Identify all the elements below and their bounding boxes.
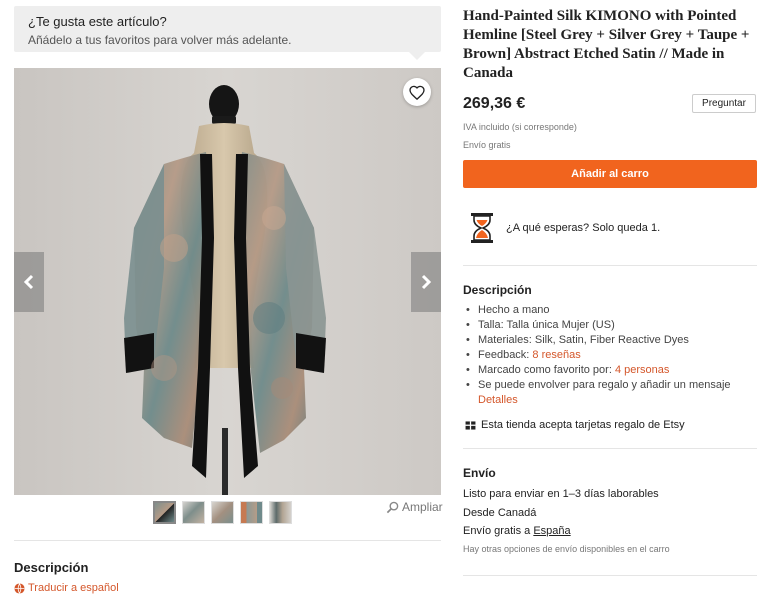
- chevron-right-icon: [421, 274, 432, 290]
- product-price: 269,36 €: [463, 95, 526, 112]
- description-title: Descripción: [463, 283, 532, 297]
- thumbnail-2[interactable]: [182, 501, 205, 524]
- free-shipping-to: Envío gratis a España: [463, 525, 571, 537]
- ready-to-ship: Listo para enviar en 1–3 días laborables: [463, 488, 659, 500]
- divider-1: [463, 265, 757, 266]
- favorite-heart-button[interactable]: [403, 78, 431, 106]
- reviews-link[interactable]: 8 reseñas: [532, 349, 580, 361]
- ships-from: Desde Canadá: [463, 507, 537, 519]
- favorite-prompt-title: ¿Te gusta este artículo?: [28, 14, 167, 29]
- destination-country-link[interactable]: España: [533, 525, 570, 537]
- globe-icon: [14, 582, 25, 594]
- zoom-label: Ampliar: [402, 500, 443, 514]
- favorited-label: Marcado como favorito por:: [478, 364, 615, 376]
- zoom-button[interactable]: Ampliar: [386, 500, 443, 514]
- other-shipping-options: Hay otras opciones de envío disponibles …: [463, 544, 670, 554]
- heart-icon: [409, 85, 425, 100]
- ask-question-button[interactable]: Preguntar: [692, 94, 756, 113]
- add-to-cart-button[interactable]: Añadir al carro: [463, 160, 757, 188]
- list-item-materials: Materiales: Silk, Satin, Fiber Reactive …: [466, 333, 758, 348]
- kimono-photo: [124, 85, 326, 495]
- translate-label: Traducir a español: [28, 582, 119, 594]
- left-description-title: Descripción: [14, 560, 89, 575]
- list-item-gift-wrap: Se puede envolver para regalo y añadir u…: [466, 378, 758, 408]
- free-shipping-to-label: Envío gratis a: [463, 525, 534, 537]
- details-link[interactable]: Detalles: [478, 394, 518, 406]
- thumbnail-strip: [153, 501, 292, 524]
- feedback-label: Feedback:: [478, 349, 533, 361]
- list-item-feedback: Feedback: 8 reseñas: [466, 348, 758, 363]
- urgency-notice: ¿A qué esperas? Solo queda 1.: [470, 212, 660, 244]
- favorited-link[interactable]: 4 personas: [615, 364, 669, 376]
- magnifier-icon: [386, 501, 399, 513]
- previous-image-button[interactable]: [14, 252, 44, 312]
- divider-3: [463, 575, 757, 576]
- thumbnail-1[interactable]: [153, 501, 176, 524]
- free-shipping-note: Envío gratis: [463, 140, 511, 150]
- chevron-left-icon: [23, 274, 34, 290]
- gift-wrap-text: Se puede envolver para regalo y añadir u…: [478, 379, 731, 391]
- thumbnail-5[interactable]: [269, 501, 292, 524]
- favorite-prompt-pointer: [409, 52, 425, 60]
- description-list: Hecho a mano Talla: Talla única Mujer (U…: [466, 303, 758, 408]
- thumbnail-3[interactable]: [211, 501, 234, 524]
- translate-link[interactable]: Traducir a español: [14, 582, 119, 594]
- list-item-handmade: Hecho a mano: [466, 303, 758, 318]
- gift-card-text: Esta tienda acepta tarjetas regalo de Et…: [481, 419, 685, 431]
- urgency-text: Solo queda 1.: [589, 222, 661, 234]
- next-image-button[interactable]: [411, 252, 441, 312]
- favorite-prompt: ¿Te gusta este artículo? Añádelo a tus f…: [14, 6, 441, 60]
- list-item-favorited: Marcado como favorito por: 4 personas: [466, 363, 758, 378]
- shipping-title: Envío: [463, 466, 496, 480]
- vat-note: IVA incluido (si corresponde): [463, 122, 577, 132]
- list-item-size: Talla: Talla única Mujer (US): [466, 318, 758, 333]
- hourglass-icon: [471, 213, 493, 243]
- divider-2: [463, 448, 757, 449]
- gift-card-notice: Esta tienda acepta tarjetas regalo de Et…: [465, 419, 685, 431]
- thumbnail-4[interactable]: [240, 501, 263, 524]
- product-main-image[interactable]: [14, 68, 441, 495]
- gift-card-icon: [465, 420, 476, 430]
- favorite-prompt-subtitle: Añádelo a tus favoritos para volver más …: [28, 33, 292, 47]
- left-divider: [14, 540, 441, 541]
- urgency-lead: ¿A qué esperas?: [506, 222, 590, 234]
- product-title: Hand-Painted Silk KIMONO with Pointed He…: [463, 8, 750, 81]
